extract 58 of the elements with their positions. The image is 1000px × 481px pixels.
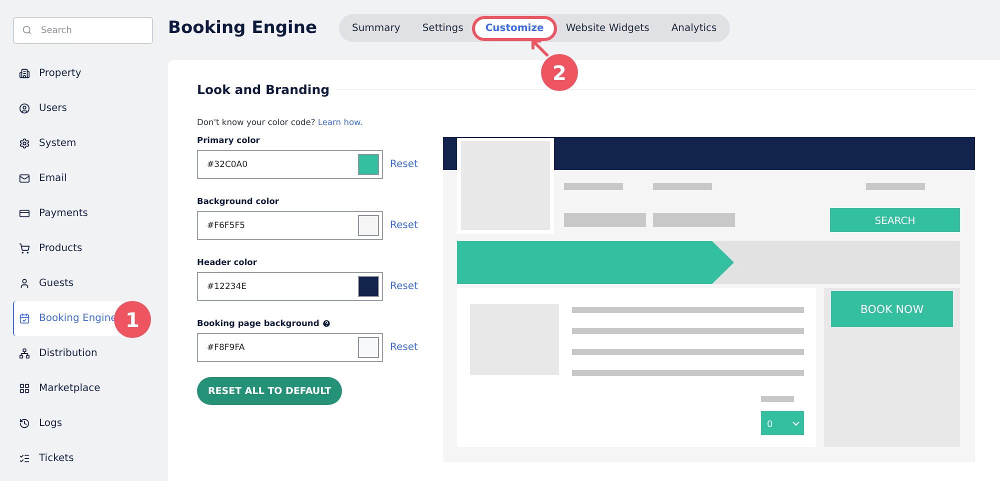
sidebar-item[interactable]: Distribution (13, 336, 168, 371)
building-icon (19, 68, 30, 79)
reset-link[interactable]: Reset (390, 220, 418, 231)
person-icon (19, 278, 30, 289)
color-swatch[interactable] (358, 276, 379, 297)
help-icon[interactable] (322, 318, 332, 328)
tab[interactable]: Summary (342, 18, 410, 38)
color-input-field[interactable]: #12234E (197, 272, 383, 301)
placeholder-bar (761, 396, 794, 402)
calendar-check-icon (19, 313, 30, 324)
checklist-icon (19, 453, 30, 464)
hierarchy-icon (19, 348, 30, 359)
credit-card-icon (19, 208, 30, 219)
field-label: Primary color (197, 135, 260, 145)
placeholder-bar (866, 183, 925, 190)
sidebar-item[interactable]: Payments (13, 196, 168, 231)
sidebar-item[interactable]: System (13, 126, 168, 161)
history-icon (19, 418, 30, 429)
field-label: Header color (197, 257, 257, 267)
envelope-icon (19, 173, 30, 184)
tab[interactable]: Settings (412, 18, 474, 38)
color-input-field[interactable]: #F8F9FA (197, 333, 383, 362)
sidebar-item[interactable]: Products (13, 231, 168, 266)
page-title: Booking Engine (168, 18, 317, 38)
field-label: Background color (197, 196, 279, 206)
color-input-field[interactable]: #F6F5F5 (197, 211, 383, 240)
cart-icon (19, 243, 30, 254)
tab[interactable]: Analytics (661, 18, 727, 38)
tab[interactable]: Website Widgets (556, 18, 660, 38)
reset-all-button[interactable]: RESET ALL TO DEFAULT (197, 377, 342, 405)
gear-icon (19, 138, 30, 149)
color-swatch[interactable] (358, 154, 379, 175)
color-swatch[interactable] (358, 215, 379, 236)
grid-icon (19, 383, 30, 394)
sidebar-item[interactable]: Logs (13, 406, 168, 441)
pointer-arrow (530, 38, 550, 58)
hint-text: Don't know your color code? Learn how. (197, 117, 364, 127)
learn-how-link[interactable]: Learn how. (318, 117, 363, 127)
reset-link[interactable]: Reset (390, 159, 418, 170)
placeholder-bar (564, 183, 623, 190)
placeholder-bar (653, 183, 712, 190)
search-icon (22, 25, 32, 35)
reset-link[interactable]: Reset (390, 342, 418, 353)
sidebar-item[interactable]: Email (13, 161, 168, 196)
sidebar-item[interactable]: Property (13, 56, 168, 91)
color-input-field[interactable]: #32C0A0 (197, 150, 383, 179)
sidebar-item[interactable]: Tickets (13, 441, 168, 476)
user-circle-icon (19, 103, 30, 114)
sidebar-item[interactable]: Users (13, 91, 168, 126)
sidebar-item[interactable]: Guests (13, 266, 168, 301)
section-title: Look and Branding (197, 82, 330, 97)
reset-link[interactable]: Reset (390, 281, 418, 292)
sidebar-item[interactable]: Marketplace (13, 371, 168, 406)
field-label: Booking page background (197, 318, 320, 328)
color-swatch[interactable] (358, 337, 379, 358)
search-field[interactable]: Search (13, 17, 153, 44)
step-marker: 1 (114, 301, 151, 338)
tab[interactable]: Customize (475, 18, 554, 38)
